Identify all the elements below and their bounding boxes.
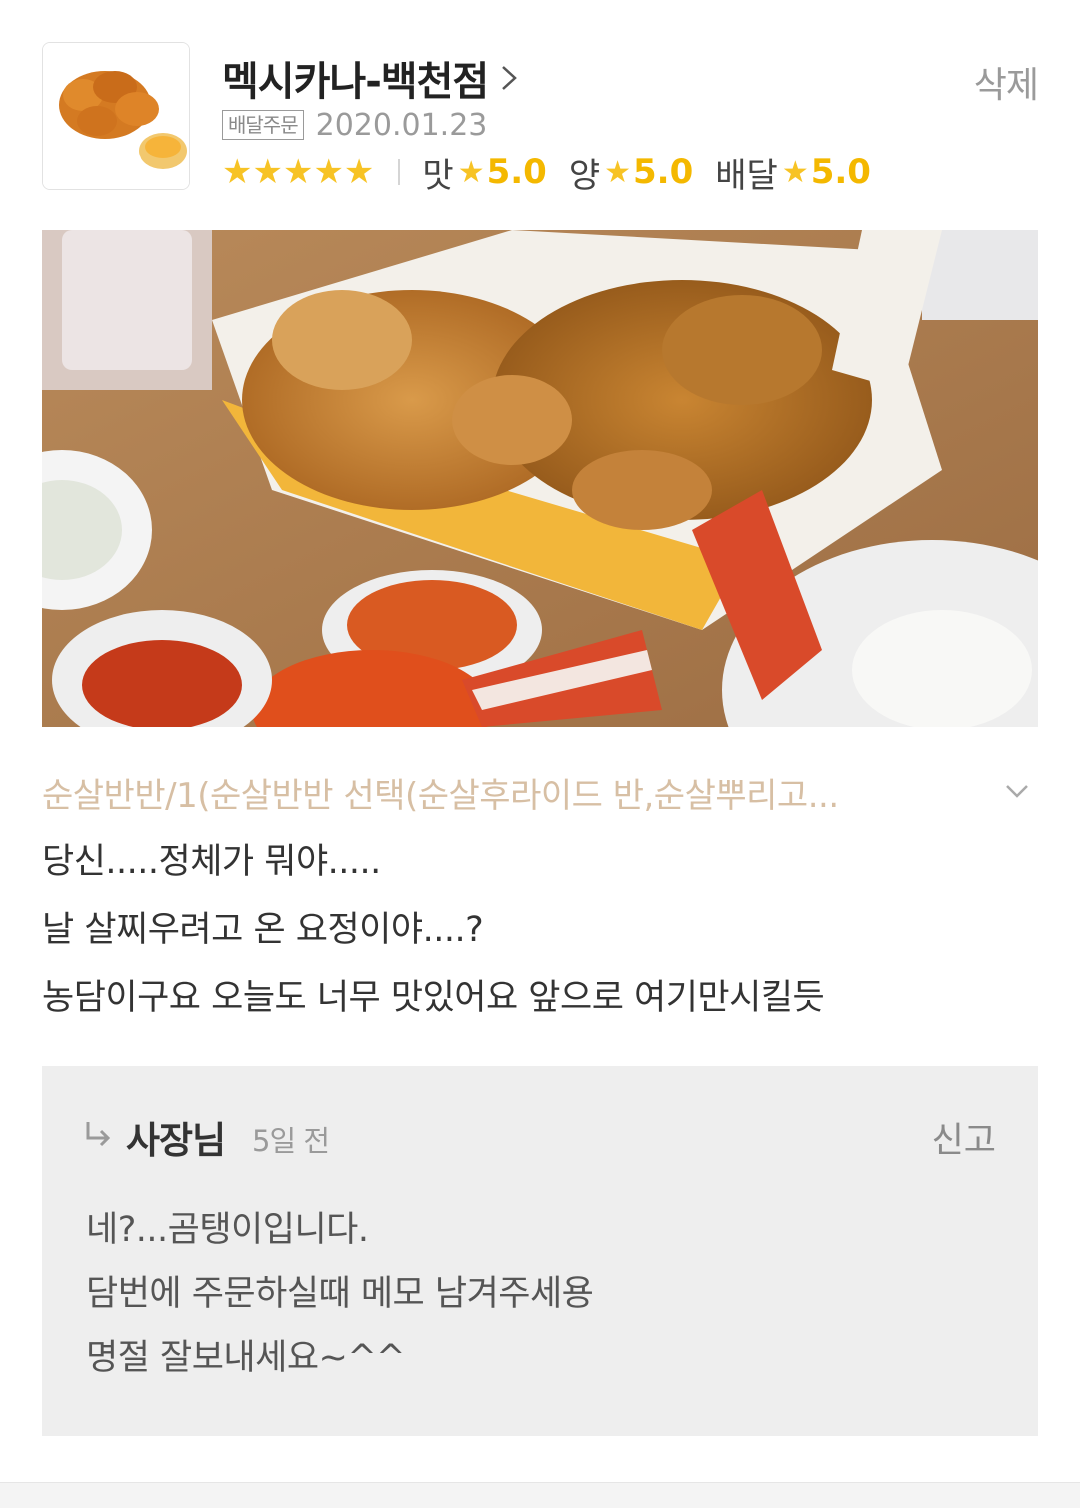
rating-score: 5.0: [810, 152, 871, 192]
rating-row: ★★★★★ 맛 ★ 5.0 양 ★ 5.0 배달 ★ 5.0: [222, 148, 893, 196]
chevron-right-icon: [502, 66, 518, 90]
rating-label: 양: [568, 155, 601, 196]
reply-time: 5일 전: [252, 1124, 330, 1158]
review-date: 2020.01.23: [315, 107, 488, 143]
rating-label: 맛: [422, 155, 454, 196]
delete-button[interactable]: 삭제: [974, 56, 1039, 108]
review-line: 날 살찌우려고 온 요정이야....?: [42, 910, 484, 950]
section-divider: [0, 1482, 1080, 1508]
rating-score: 5.0: [486, 152, 547, 192]
store-name: 멕시카나-백천점: [222, 59, 489, 105]
chevron-down-icon: [1006, 785, 1028, 798]
ordered-menu-text: 순살반반/1(순살반반 선택(순살후라이드 반,순살뿌리고...: [42, 775, 839, 816]
review-header: 멕시카나-백천점 삭제 배달주문 2020.01.23 ★★★★★ 맛 ★ 5.…: [42, 42, 1039, 196]
review-line: 당신.....정체가 뭐야.....: [42, 842, 381, 882]
delivery-rating: 배달 ★ 5.0: [715, 148, 871, 197]
rating-divider: [398, 159, 401, 185]
chicken-photo-image: [42, 230, 1038, 727]
star-icon: ★: [604, 154, 632, 190]
reply-line: 네?...곰탱이입니다.: [86, 1210, 369, 1250]
ordered-menu-toggle[interactable]: 순살반반/1(순살반반 선택(순살후라이드 반,순살뿌리고...: [42, 764, 1038, 820]
report-button[interactable]: 신고: [932, 1112, 996, 1163]
taste-rating: 맛 ★ 5.0: [422, 148, 546, 197]
reply-text: 네?...곰탱이입니다. 담번에 주문하실때 메모 남겨주세용 명절 잘보내세요…: [86, 1198, 986, 1390]
order-type-badge: 배달주문: [222, 110, 304, 140]
rating-label: 배달: [715, 155, 778, 196]
star-icon: ★: [781, 154, 809, 190]
store-thumbnail[interactable]: [42, 42, 190, 190]
reply-line: 명절 잘보내세요~^^: [86, 1338, 406, 1378]
review-line: 농담이구요 오늘도 너무 맛있어요 앞으로 여기만시킬듯: [42, 978, 825, 1018]
review-meta: 배달주문 2020.01.23: [222, 107, 488, 143]
reply-line: 담번에 주문하실때 메모 남겨주세용: [86, 1274, 594, 1314]
review-text: 당신.....정체가 뭐야..... 날 살찌우려고 온 요정이야....? 농…: [42, 828, 1038, 1032]
rating-score: 5.0: [633, 152, 694, 192]
review-photo[interactable]: [42, 230, 1038, 727]
reply-author: 사장님: [126, 1119, 226, 1162]
owner-reply: 사장님 5일 전 신고 네?...곰탱이입니다. 담번에 주문하실때 메모 남겨…: [42, 1066, 1038, 1436]
star-icon: ★: [457, 154, 485, 190]
reply-arrow-icon: [86, 1122, 111, 1147]
store-name-link[interactable]: 멕시카나-백천점: [222, 50, 518, 106]
quantity-rating: 양 ★ 5.0: [569, 148, 693, 197]
fried-chicken-image: [43, 43, 189, 189]
overall-star-rating: ★★★★★: [222, 152, 375, 192]
